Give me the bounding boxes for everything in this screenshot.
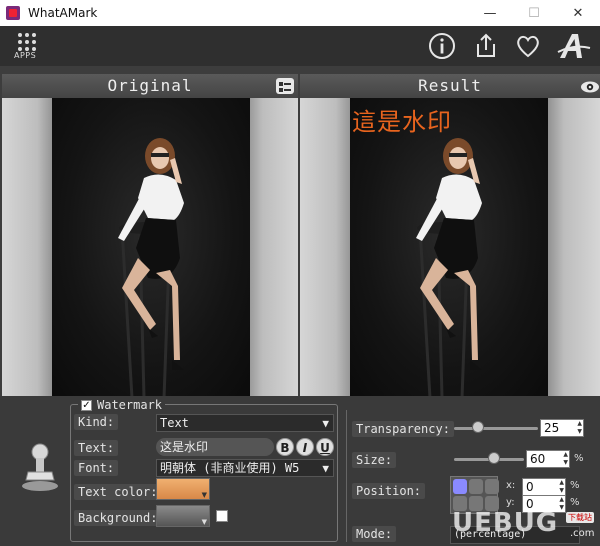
spin-arrows-icon[interactable]: ▲ ▼	[563, 451, 568, 467]
kind-select[interactable]: Text ▼	[156, 414, 334, 432]
font-label: Font:	[74, 460, 119, 476]
position-cell[interactable]	[469, 479, 483, 494]
chevron-down-icon: ▼	[322, 462, 329, 475]
heart-icon[interactable]	[512, 30, 544, 62]
result-image-panel: 這是水印	[300, 98, 600, 396]
apps-button[interactable]: APPS	[12, 31, 42, 61]
brand-badge: 下载站	[566, 512, 594, 523]
text-color-swatch[interactable]: ▼	[156, 478, 210, 500]
background-checkbox[interactable]	[216, 510, 228, 522]
result-photo: 這是水印	[350, 98, 548, 396]
text-color-label: Text color:	[74, 484, 162, 500]
app-icon	[6, 6, 20, 20]
apps-grid-icon	[18, 33, 36, 51]
original-title: Original	[107, 76, 193, 95]
italic-button[interactable]: I	[296, 438, 314, 456]
font-value: 明朝体 (非商业使用) W5	[160, 461, 300, 475]
font-a-icon[interactable]	[556, 30, 592, 62]
size-value: 60	[530, 452, 546, 466]
spin-arrows-icon[interactable]: ▲ ▼	[559, 479, 564, 495]
chevron-down-icon: ▼	[322, 417, 329, 430]
transparency-input[interactable]: 25 ▲ ▼	[540, 419, 584, 437]
size-slider-knob[interactable]	[488, 452, 500, 464]
transparency-slider-knob[interactable]	[472, 421, 484, 433]
size-label: Size:	[352, 452, 397, 468]
position-label: Position:	[352, 483, 426, 499]
transparency-slider[interactable]	[454, 427, 538, 430]
position-cell-top-left[interactable]	[453, 479, 467, 494]
background-color-swatch[interactable]: ▼	[156, 505, 210, 527]
spin-arrows-icon[interactable]: ▲ ▼	[577, 420, 582, 436]
settings-list-icon[interactable]	[276, 78, 294, 94]
watermark-toggle[interactable]: ✓ Watermark	[78, 398, 166, 412]
minimize-button[interactable]: —	[468, 0, 512, 26]
size-unit: %	[574, 453, 584, 464]
position-cell[interactable]	[485, 479, 499, 494]
watermark-checkbox[interactable]: ✓	[81, 399, 92, 411]
spin-arrows-icon[interactable]: ▲ ▼	[559, 496, 564, 512]
original-panel-header: Original	[2, 74, 298, 98]
x-value: 0	[526, 480, 534, 494]
font-select[interactable]: 明朝体 (非商业使用) W5 ▼	[156, 459, 334, 477]
transparency-value: 25	[544, 421, 560, 435]
bold-button[interactable]: B	[276, 438, 294, 456]
transparency-label: Transparency:	[352, 421, 454, 437]
y-label: y:	[506, 497, 515, 508]
x-unit: %	[570, 480, 580, 491]
close-button[interactable]: ✕	[556, 0, 600, 26]
brand-main: UEBUG	[452, 508, 559, 538]
watermark-text-value: 这是水印	[160, 440, 209, 454]
window-title: WhatAMark	[28, 6, 98, 20]
text-label: Text:	[74, 440, 119, 456]
eye-icon[interactable]	[580, 78, 599, 94]
x-label: x:	[506, 480, 516, 491]
model-figure	[416, 138, 482, 396]
kind-value: Text	[160, 416, 189, 430]
mode-label: Mode:	[352, 526, 397, 542]
brand-domain: .com	[570, 528, 595, 539]
stamp-icon	[22, 443, 58, 491]
watermark-text-input[interactable]: 这是水印	[156, 438, 274, 456]
original-image-panel	[2, 98, 298, 396]
result-title: Result	[418, 76, 482, 95]
y-unit: %	[570, 497, 580, 508]
title-bar: WhatAMark — ☐ ✕	[0, 0, 600, 26]
original-photo	[52, 98, 250, 396]
size-input[interactable]: 60 ▲ ▼	[526, 450, 570, 468]
watermark-checkbox-label: Watermark	[97, 398, 163, 412]
chevron-down-icon: ▼	[201, 518, 207, 526]
info-icon[interactable]	[426, 30, 458, 62]
toolbar: APPS	[0, 26, 600, 66]
kind-label: Kind:	[74, 414, 119, 430]
model-figure	[118, 138, 184, 396]
apps-label: APPS	[14, 51, 37, 60]
x-input[interactable]: 0 ▲ ▼	[522, 478, 566, 496]
background-label: Background:	[74, 510, 162, 526]
share-icon[interactable]	[470, 30, 502, 62]
window-controls: — ☐ ✕	[468, 0, 600, 26]
result-panel-header: Result	[300, 74, 600, 98]
underline-button[interactable]: U	[316, 438, 334, 456]
maximize-button[interactable]: ☐	[512, 0, 556, 26]
watermark-preview-text[interactable]: 這是水印	[352, 102, 452, 137]
chevron-down-icon: ▼	[201, 491, 207, 499]
brand-watermark: UEBUG	[452, 508, 558, 538]
